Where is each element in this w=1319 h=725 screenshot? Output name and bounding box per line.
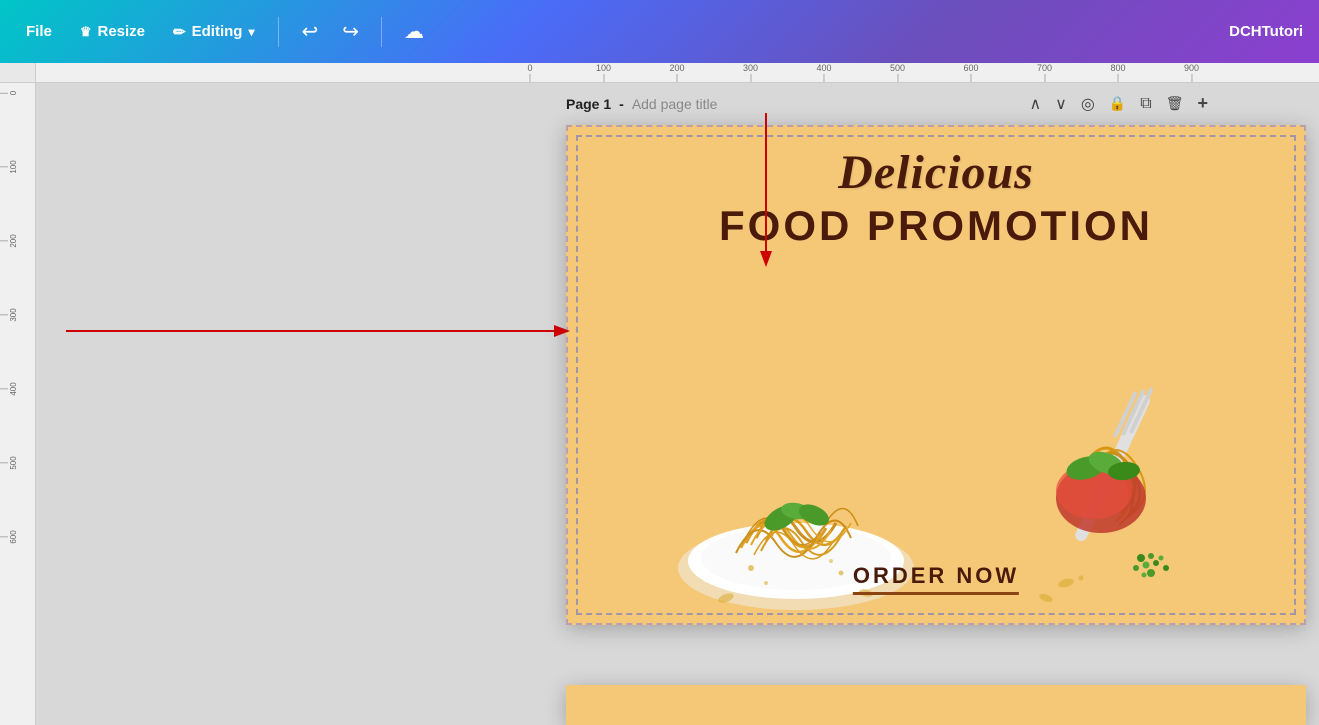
down-icon: ∨ — [1055, 96, 1067, 113]
page-label-bar: Page 1 - Add page title ∧ ∨ ◎ 🔒 ⧉ 🗑 — [566, 91, 1212, 116]
redo-icon: ↪ — [342, 19, 359, 44]
editing-button[interactable]: ✏ Editing ▾ — [163, 17, 264, 47]
ruler-corner — [0, 63, 36, 83]
page-add-button[interactable]: + — [1194, 91, 1213, 116]
bottom-page-strip — [566, 685, 1306, 725]
page-copy-button[interactable]: ⧉ — [1136, 93, 1155, 115]
crown-icon: ♛ — [80, 24, 92, 40]
file-button[interactable]: File — [16, 17, 62, 46]
order-now-button[interactable]: ORDER NOW — [853, 563, 1019, 595]
pencil-icon: ✏ — [173, 23, 186, 41]
eye-icon: ◎ — [1081, 96, 1095, 113]
cloud-icon: ☁ — [404, 19, 424, 44]
delete-icon: 🗑 — [1166, 95, 1184, 111]
canvas-area: Page 1 - Add page title ∧ ∨ ◎ 🔒 ⧉ 🗑 — [36, 83, 1319, 725]
copy-icon: ⧉ — [1140, 95, 1151, 112]
divider-1 — [278, 17, 279, 47]
food-title-block: FOOD PROMOTION — [719, 202, 1153, 250]
chevron-down-icon: ▾ — [248, 25, 254, 39]
page-lock-button[interactable]: 🔒 — [1105, 93, 1130, 115]
resize-label: Resize — [98, 23, 146, 40]
add-icon: + — [1198, 93, 1209, 113]
page-label: Page 1 — [566, 96, 611, 112]
toolbar: File ♛ Resize ✏ Editing ▾ ↩ ↪ ☁ DCHTutor… — [0, 0, 1319, 63]
ruler-top: 0100200300400500600700800900 — [36, 63, 1319, 83]
food-title-script: Delicious — [838, 145, 1034, 200]
add-page-title[interactable]: Add page title — [632, 96, 718, 112]
design-canvas: Delicious FOOD PROMOTION — [566, 125, 1306, 625]
food-design: Delicious FOOD PROMOTION — [568, 127, 1304, 623]
page-separator: - — [619, 96, 624, 112]
lock-icon: 🔒 — [1109, 95, 1126, 111]
brand-name: DCHTutori — [1229, 23, 1303, 40]
undo-icon: ↩ — [301, 19, 318, 44]
page-eye-button[interactable]: ◎ — [1077, 92, 1099, 116]
file-label: File — [26, 23, 52, 40]
resize-button[interactable]: ♛ Resize — [70, 17, 155, 46]
redo-button[interactable]: ↪ — [334, 14, 367, 49]
cloud-button[interactable]: ☁ — [396, 14, 432, 49]
page-delete-button[interactable]: 🗑 — [1162, 93, 1188, 115]
page-up-button[interactable]: ∧ — [1025, 92, 1045, 116]
up-icon: ∧ — [1029, 96, 1041, 113]
editing-label: Editing — [192, 23, 243, 40]
ruler-left: 0100200300400500600 — [0, 83, 36, 725]
page-controls: ∧ ∨ ◎ 🔒 ⧉ 🗑 + — [1025, 91, 1212, 116]
divider-2 — [381, 17, 382, 47]
page-down-button[interactable]: ∨ — [1051, 92, 1071, 116]
ruler-top-inner: 0100200300400500600700800900 — [36, 63, 1319, 82]
undo-button[interactable]: ↩ — [293, 14, 326, 49]
